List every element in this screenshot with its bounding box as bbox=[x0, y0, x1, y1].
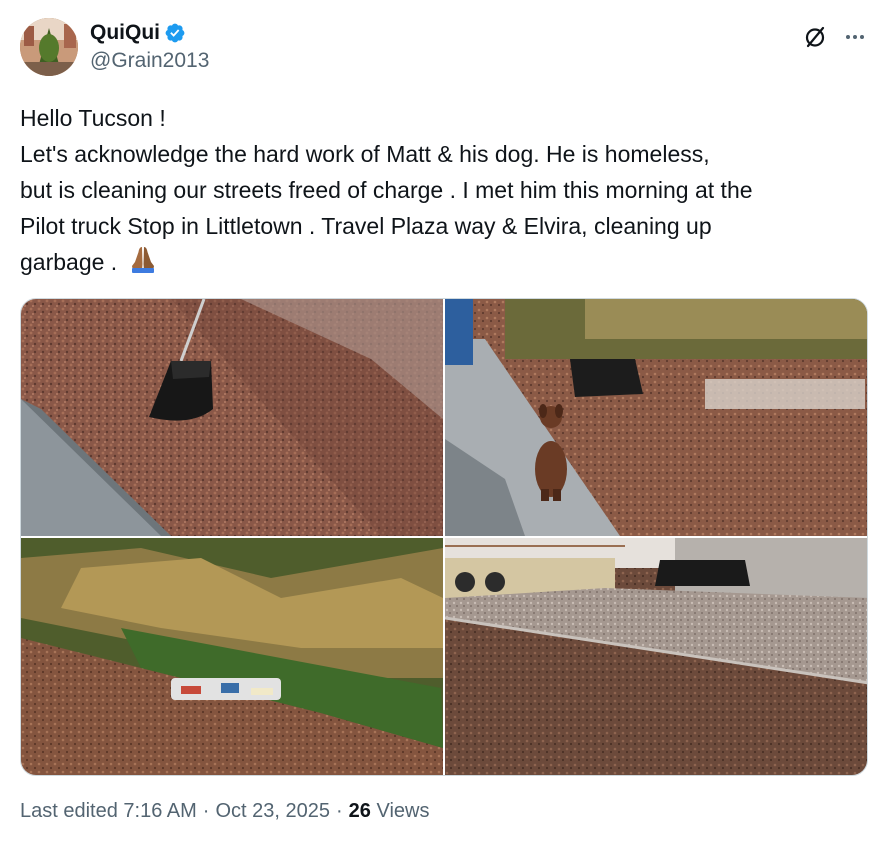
praying-hands-icon bbox=[131, 247, 154, 273]
top-actions bbox=[802, 24, 868, 50]
avatar[interactable] bbox=[20, 18, 78, 76]
litter-by-bushes-photo bbox=[21, 538, 443, 775]
post-meta: Last edited 7:16 AM · Oct 23, 2025 · 26 … bbox=[20, 800, 429, 823]
culvert-and-gravel-photo bbox=[445, 538, 867, 775]
photo-4[interactable] bbox=[445, 538, 867, 775]
slashed-circle-icon bbox=[805, 26, 825, 48]
post-line-2: Let's acknowledge the hard work of Matt … bbox=[20, 141, 710, 167]
views-label: Views bbox=[376, 800, 430, 822]
verified-badge-icon[interactable] bbox=[164, 22, 186, 44]
views-count: 26 bbox=[348, 800, 371, 822]
post-line-1: Hello Tucson ! bbox=[20, 105, 166, 131]
date-link[interactable]: Oct 23, 2025 bbox=[215, 800, 330, 823]
dog-on-sidewalk-photo bbox=[445, 299, 867, 536]
photo-3[interactable] bbox=[21, 538, 443, 775]
more-dots-icon bbox=[846, 35, 864, 39]
avatar-street-photo-icon bbox=[20, 18, 78, 76]
trash-bag-on-grabber-photo bbox=[21, 299, 443, 536]
author-handle[interactable]: @Grain2013 bbox=[90, 49, 209, 73]
edited-timestamp-link[interactable]: Last edited 7:16 AM bbox=[20, 800, 197, 823]
post-line-3: but is cleaning our streets freed of cha… bbox=[20, 177, 753, 203]
post-line-4: Pilot truck Stop in Littletown . Travel … bbox=[20, 213, 712, 239]
photo-2[interactable] bbox=[445, 299, 867, 536]
post-header: QuiQui @Grain2013 bbox=[20, 18, 868, 78]
more-options-button[interactable] bbox=[842, 24, 868, 50]
grok-button[interactable] bbox=[802, 24, 828, 50]
author-names: QuiQui @Grain2013 bbox=[90, 20, 209, 73]
post-line-5: garbage . bbox=[20, 249, 124, 275]
meta-separator-1: · bbox=[202, 800, 210, 822]
meta-separator-2: · bbox=[336, 800, 343, 822]
photo-1[interactable] bbox=[21, 299, 443, 536]
views: 26 Views bbox=[349, 800, 430, 823]
post-text: Hello Tucson ! Let's acknowledge the har… bbox=[20, 100, 872, 280]
display-name[interactable]: QuiQui bbox=[90, 21, 160, 45]
media-grid bbox=[20, 298, 868, 776]
